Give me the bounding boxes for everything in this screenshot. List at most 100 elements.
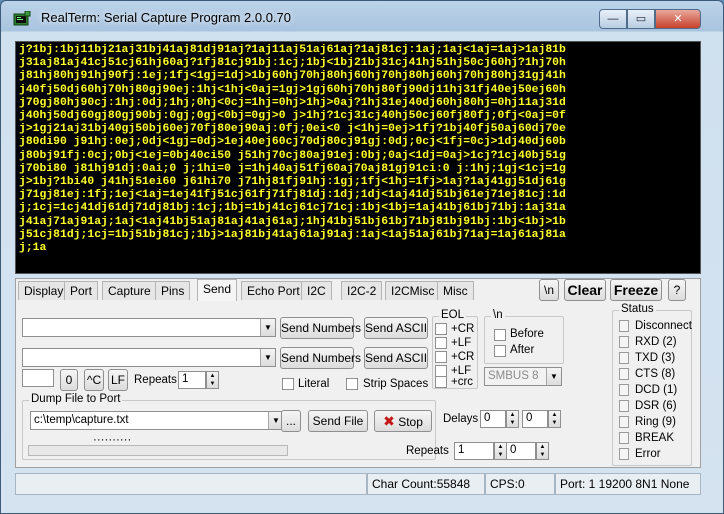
tab-port[interactable]: Port bbox=[64, 281, 99, 300]
strip-spaces-label: Strip Spaces bbox=[363, 378, 429, 390]
stop-x-icon: ✖ bbox=[383, 413, 395, 429]
stop-button[interactable]: ✖ Stop bbox=[374, 410, 432, 432]
status-indicator-ring bbox=[619, 416, 629, 428]
status-indicator-txd bbox=[619, 352, 629, 364]
help-button[interactable]: ? bbox=[668, 279, 686, 301]
status-label-cts: CTS (8) bbox=[635, 368, 676, 380]
status-label-error: Error bbox=[635, 448, 661, 460]
tab-capture[interactable]: Capture bbox=[102, 281, 157, 300]
status-indicator-break bbox=[619, 432, 629, 444]
lf-button[interactable]: LF bbox=[108, 369, 128, 391]
literal-label: Literal bbox=[298, 378, 330, 390]
eol-cr-checkbox-2[interactable] bbox=[435, 351, 447, 363]
status-bar: Char Count:55848 CPS:0 Port: 1 19200 8N1… bbox=[15, 473, 701, 495]
status-label-break: BREAK bbox=[635, 432, 674, 444]
dump-repeats-input-2[interactable]: 0 bbox=[506, 442, 536, 460]
app-window: RealTerm: Serial Capture Program 2.0.0.7… bbox=[0, 0, 724, 514]
freeze-button[interactable]: Freeze bbox=[610, 279, 662, 301]
tab-i2c-2[interactable]: I2C-2 bbox=[341, 281, 383, 300]
status-label-txd: TXD (3) bbox=[635, 352, 676, 364]
terminal-display[interactable]: j?1bj:1bj11bj21aj31bj41aj81dj91aj?1aj11a… bbox=[15, 41, 701, 274]
tab-pins[interactable]: Pins bbox=[155, 281, 191, 300]
tab-strip: Display Port Capture Pins Send Echo Port… bbox=[18, 279, 478, 301]
status-indicator-error bbox=[619, 448, 629, 460]
smbus-value: SMBUS 8 bbox=[488, 370, 539, 382]
delays-label: Delays bbox=[443, 413, 479, 425]
eol-crc-checkbox[interactable] bbox=[435, 376, 447, 388]
clear-button[interactable]: Clear bbox=[564, 279, 606, 301]
literal-checkbox[interactable] bbox=[282, 378, 294, 390]
send-combo-2[interactable]: ▼ bbox=[22, 348, 276, 367]
tab-echo-port[interactable]: Echo Port bbox=[241, 281, 306, 300]
dump-file-label: Dump File to Port bbox=[29, 393, 123, 405]
status-indicator-dsr bbox=[619, 400, 629, 412]
ctrl-c-button[interactable]: ^C bbox=[84, 369, 104, 391]
strip-spaces-checkbox[interactable] bbox=[346, 378, 358, 390]
status-indicator-rxd bbox=[619, 336, 629, 348]
status-bar-spacer bbox=[15, 473, 367, 495]
eol-cr-checkbox-1[interactable] bbox=[435, 323, 447, 335]
tab-i2c[interactable]: I2C bbox=[301, 281, 332, 300]
status-label-dcd: DCD (1) bbox=[635, 384, 678, 396]
port-settings: Port: 1 19200 8N1 None bbox=[555, 473, 701, 495]
eol-cr-label-1: +CR bbox=[451, 323, 475, 335]
eol-lf-label-1: +LF bbox=[451, 337, 472, 349]
chevron-down-icon[interactable]: ▼ bbox=[546, 368, 561, 385]
dump-repeats-spinner-2[interactable]: ▲ ▼ bbox=[536, 442, 549, 460]
dump-progress-bar bbox=[28, 445, 288, 456]
repeats-input[interactable]: 1 bbox=[178, 371, 206, 389]
delay-input-1[interactable]: 0 bbox=[480, 410, 506, 428]
repeats-label: Repeats bbox=[134, 374, 177, 386]
eol-lf-checkbox-1[interactable] bbox=[435, 337, 447, 349]
chevron-down-icon[interactable]: ▼ bbox=[260, 349, 275, 366]
tab-display[interactable]: Display bbox=[18, 281, 70, 300]
send-numbers-button-1[interactable]: Send Numbers bbox=[280, 317, 361, 339]
terminal-text: j?1bj:1bj11bj21aj31bj41aj81dj91aj?1aj11a… bbox=[19, 44, 566, 255]
repeat-char-input[interactable] bbox=[22, 369, 54, 387]
zero-button[interactable]: 0 bbox=[60, 369, 78, 391]
maximize-button[interactable]: ▭ bbox=[627, 9, 655, 29]
char-count: Char Count:55848 bbox=[367, 473, 485, 495]
close-button[interactable]: ✕ bbox=[655, 9, 701, 29]
dump-repeats-input-1[interactable]: 1 bbox=[454, 442, 494, 460]
dump-file-path: c:\temp\capture.txt bbox=[34, 414, 129, 426]
delay-input-2[interactable]: 0 bbox=[522, 410, 548, 428]
app-icon bbox=[13, 10, 31, 27]
browse-button[interactable]: ... bbox=[281, 410, 301, 432]
after-label: After bbox=[510, 344, 535, 356]
status-label-dsr: DSR (6) bbox=[635, 400, 677, 412]
send-ascii-button-1[interactable]: Send ASCII bbox=[364, 317, 428, 339]
control-panel: Display Port Capture Pins Send Echo Port… bbox=[15, 278, 701, 468]
status-indicator-disconnect bbox=[619, 320, 629, 332]
status-label-rxd: RXD (2) bbox=[635, 336, 677, 348]
window-title: RealTerm: Serial Capture Program 2.0.0.7… bbox=[41, 10, 292, 25]
tab-misc[interactable]: Misc bbox=[437, 281, 474, 300]
send-ascii-button-2[interactable]: Send ASCII bbox=[364, 347, 428, 369]
dump-file-combo[interactable]: c:\temp\capture.txt ▼ bbox=[30, 411, 284, 430]
delay-spinner-2[interactable]: ▲ ▼ bbox=[548, 410, 561, 428]
tab-send[interactable]: Send bbox=[197, 279, 238, 301]
status-label-disconnect: Disconnect bbox=[635, 320, 692, 332]
status-group-label: Status bbox=[619, 303, 656, 315]
title-bar[interactable]: RealTerm: Serial Capture Program 2.0.0.7… bbox=[1, 1, 723, 35]
send-numbers-button-2[interactable]: Send Numbers bbox=[280, 347, 361, 369]
status-indicator-cts bbox=[619, 368, 629, 380]
eol-label: EOL bbox=[439, 309, 467, 321]
dump-repeats-label: Repeats bbox=[406, 445, 449, 457]
smbus-select[interactable]: SMBUS 8 ▼ bbox=[484, 367, 562, 386]
send-file-button[interactable]: Send File bbox=[308, 410, 368, 432]
stop-label: Stop bbox=[398, 415, 423, 429]
cps-readout: CPS:0 bbox=[485, 473, 555, 495]
tab-i2cmisc[interactable]: I2CMisc bbox=[385, 281, 441, 300]
chevron-down-icon[interactable]: ▼ bbox=[260, 319, 275, 336]
before-checkbox[interactable] bbox=[494, 329, 506, 341]
eol-cr-label-2: +CR bbox=[451, 351, 475, 363]
status-indicator-dcd bbox=[619, 384, 629, 396]
after-checkbox[interactable] bbox=[494, 345, 506, 357]
minimize-button[interactable]: — bbox=[599, 9, 627, 29]
repeats-spinner[interactable]: ▲ ▼ bbox=[206, 371, 219, 389]
status-label-ring: Ring (9) bbox=[635, 416, 676, 428]
delay-spinner-1[interactable]: ▲ ▼ bbox=[506, 410, 519, 428]
send-combo-1[interactable]: ▼ bbox=[22, 318, 276, 337]
newline-button[interactable]: \n bbox=[539, 279, 559, 301]
